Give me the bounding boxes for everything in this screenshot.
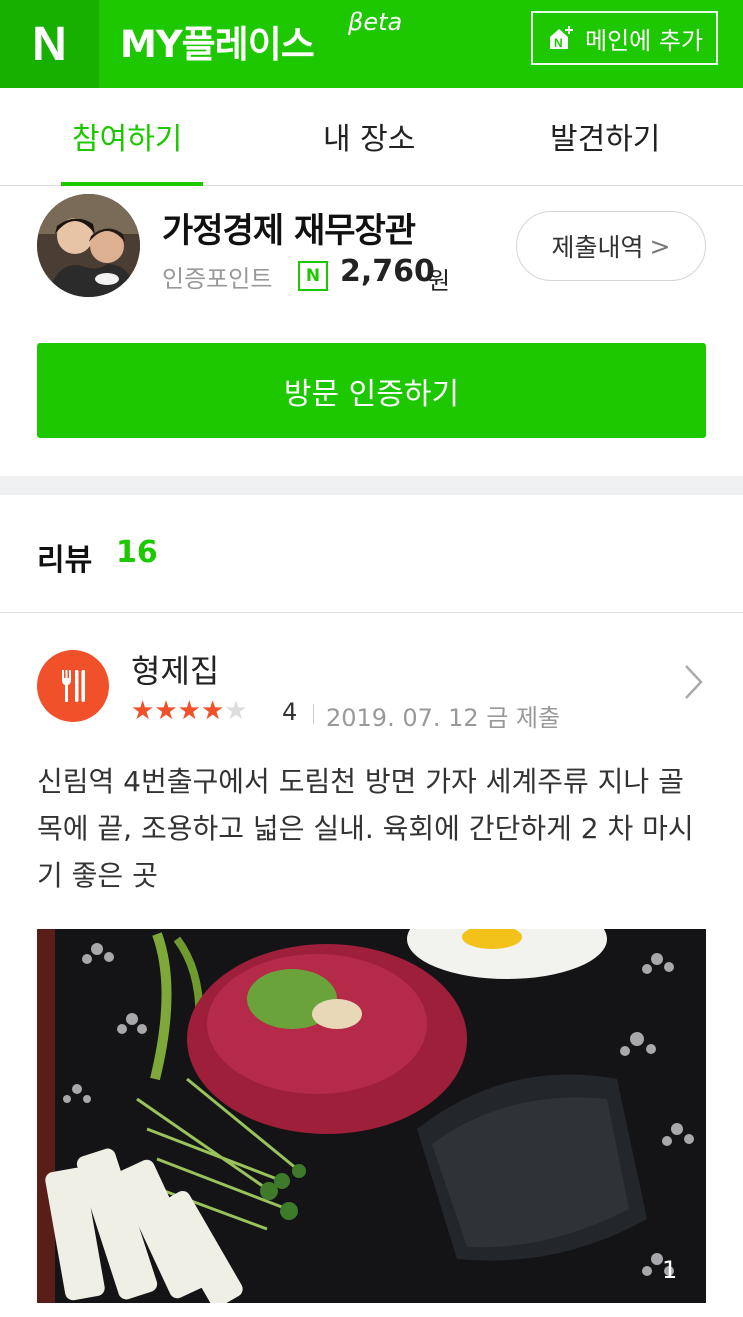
top-header: N MY플레이스 βeta N 메인에 추가 [0, 0, 743, 88]
app-title[interactable]: MY플레이스 [120, 14, 315, 68]
star-filled-icon: ★ [154, 696, 178, 726]
active-tab-indicator [61, 182, 203, 186]
avatar[interactable] [37, 194, 140, 297]
points-label: 인증포인트 [162, 265, 273, 293]
review-heading: 리뷰 [37, 543, 93, 578]
points-unit: 원 [428, 267, 451, 295]
yukhoe-photo [37, 929, 706, 1303]
submit-history-label: 제출내역 [551, 233, 644, 262]
photo-count: 1 [662, 1256, 678, 1284]
visit-verify-label: 방문 인증하기 [283, 376, 460, 412]
rating-value: 4 [282, 698, 298, 726]
avatar-photo [37, 194, 140, 297]
naver-logo[interactable]: N [0, 0, 99, 88]
tab-participate[interactable]: 참여하기 [72, 114, 182, 158]
svg-text:N: N [554, 36, 563, 50]
visit-verify-button[interactable]: 방문 인증하기 [37, 343, 706, 438]
divider [313, 704, 314, 724]
beta-label: βeta [348, 8, 403, 36]
star-filled-icon: ★ [131, 696, 155, 726]
review-photo[interactable] [37, 929, 706, 1303]
home-add-icon: N [550, 26, 573, 50]
chevron-right-icon: > [649, 231, 671, 261]
star-filled-icon: ★ [200, 696, 225, 726]
star-empty-icon: ★ [224, 696, 248, 726]
review-count: 16 [116, 535, 158, 570]
naver-logo-text: N [32, 17, 67, 71]
restaurant-icon [37, 650, 109, 722]
divider [0, 612, 743, 613]
review-text: 신림역 4번출구에서 도림천 방면 가자 세계주류 지나 골목에 끝, 조용하고… [37, 765, 694, 892]
star-rating: ★★★★★ [131, 696, 248, 726]
tab-discover[interactable]: 발견하기 [550, 114, 660, 158]
star-filled-icon: ★ [177, 696, 201, 726]
chevron-right-icon[interactable] [683, 662, 705, 702]
add-to-main-label: 메인에 추가 [585, 26, 704, 55]
points-value: 2,760 [340, 254, 435, 289]
naver-points-icon-text: N [305, 266, 321, 286]
section-separator [0, 476, 743, 495]
user-name: 가정경제 재무장관 [162, 211, 416, 251]
naver-points-icon: N [298, 261, 328, 291]
main-tabs: 참여하기 내 장소 발견하기 [0, 88, 743, 186]
add-to-main-button[interactable]: N 메인에 추가 [531, 11, 718, 65]
tab-my-places[interactable]: 내 장소 [323, 114, 415, 158]
submit-history-button[interactable]: 제출내역 > [516, 211, 706, 281]
place-name[interactable]: 형제집 [131, 646, 219, 692]
review-date: 2019. 07. 12 금 제출 [326, 704, 561, 732]
